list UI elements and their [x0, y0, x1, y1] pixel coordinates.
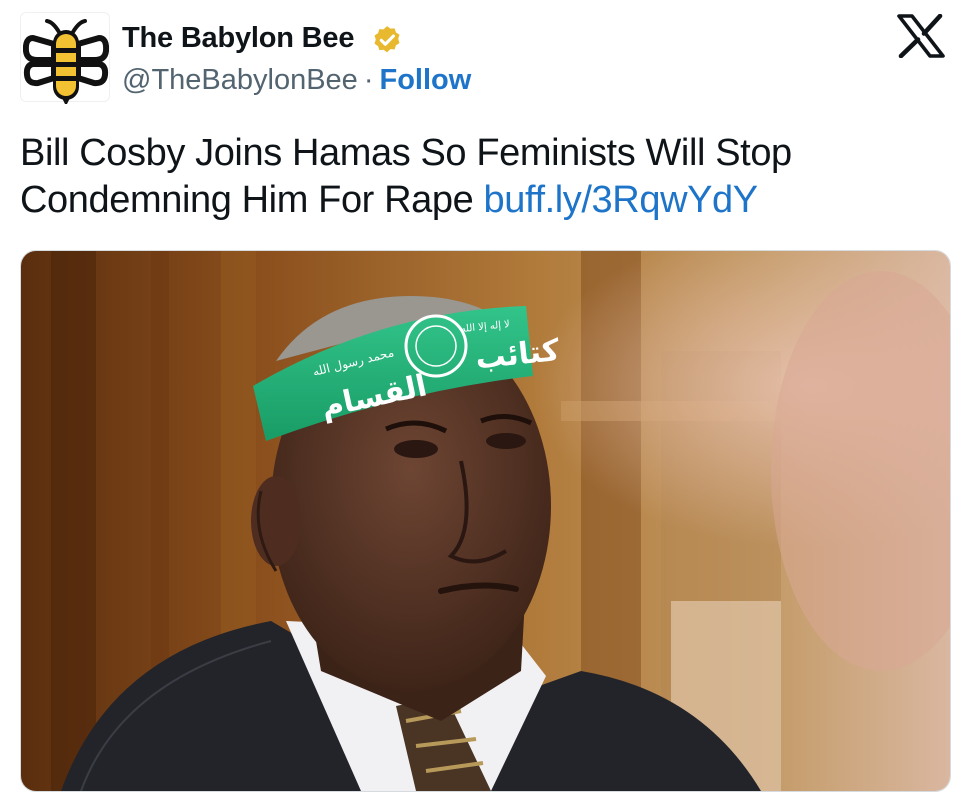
photo-illustration: القسام محمد رسول الله لا إله إلا الله كت…	[21, 251, 950, 791]
bee-logo-icon	[23, 19, 109, 104]
x-logo-icon[interactable]	[896, 14, 946, 58]
author-display-name[interactable]: The Babylon Bee	[122, 22, 354, 55]
tweet-text: Bill Cosby Joins Hamas So Feminists Will…	[20, 130, 930, 224]
tweet-link[interactable]: buff.ly/3RqwYdY	[484, 179, 759, 221]
author-handle[interactable]: @TheBabylonBee	[122, 64, 358, 96]
author-handle-row: @TheBabylonBee · Follow	[122, 64, 471, 97]
follow-button[interactable]: Follow	[379, 64, 471, 96]
avatar[interactable]	[20, 12, 110, 104]
tweet-media-image[interactable]: القسام محمد رسول الله لا إله إلا الله كت…	[20, 250, 951, 792]
verified-badge-icon	[374, 26, 400, 53]
separator-dot: ·	[363, 64, 374, 96]
